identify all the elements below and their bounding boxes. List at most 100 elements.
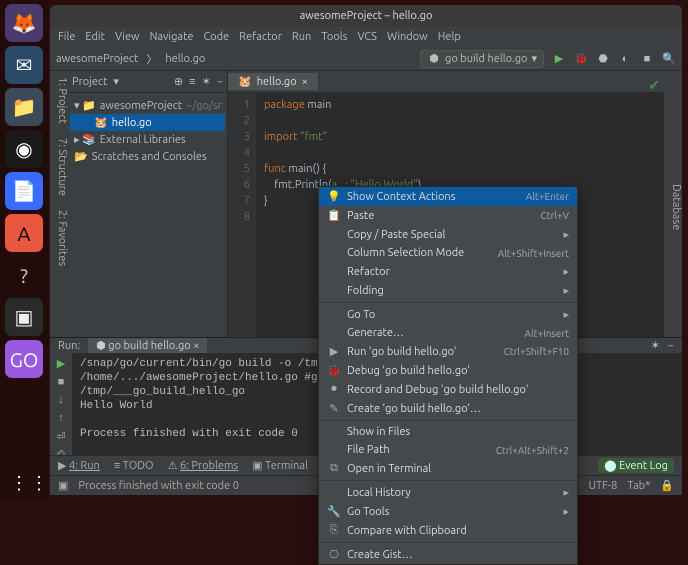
ctx-item-icon: 💡 xyxy=(327,190,341,203)
context-menu: 💡Show Context ActionsAlt+Enter📋PasteCtrl… xyxy=(318,186,578,565)
ctx-item-icon: ▶ xyxy=(327,345,341,358)
ctx-item-label: Show in Files xyxy=(347,426,569,438)
ctx-item[interactable]: ⧉Open in Terminal xyxy=(319,459,577,478)
breadcrumb-project[interactable]: awesomeProject xyxy=(56,53,138,65)
ctx-item[interactable]: Generate…Alt+Insert xyxy=(319,324,577,342)
ctx-item[interactable]: Folding▸ xyxy=(319,281,577,300)
go-icon: ⬢ xyxy=(427,52,441,66)
ctx-item-label: Record and Debug 'go build hello.go' xyxy=(347,384,569,396)
event-log[interactable]: ⬤ Event Log xyxy=(598,458,674,473)
menu-file[interactable]: File xyxy=(58,31,75,43)
down-icon[interactable]: ↓ xyxy=(58,394,64,406)
menu-bar: File Edit View Navigate Code Refactor Ru… xyxy=(50,27,682,47)
tool-project[interactable]: 1: Project xyxy=(50,77,68,124)
dock-firefox[interactable]: 🦊 xyxy=(5,4,43,42)
submenu-icon: ▸ xyxy=(563,265,569,278)
ctx-item[interactable]: Show in Files xyxy=(319,423,577,441)
run-config-label: go build hello.go xyxy=(445,53,527,65)
menu-vcs[interactable]: VCS xyxy=(357,31,377,43)
target-icon[interactable]: ⊕ xyxy=(174,75,183,88)
dock-obs[interactable]: ◉ xyxy=(5,130,43,168)
go-file-icon: 🐹 xyxy=(94,116,108,129)
up-icon[interactable]: ↑ xyxy=(58,412,64,424)
run-label: Run: xyxy=(58,340,80,352)
run-tab[interactable]: ⬢ go build hello.go × xyxy=(88,338,207,353)
dock-software[interactable]: A xyxy=(5,214,43,252)
hide-icon[interactable]: − xyxy=(217,76,223,88)
menu-window[interactable]: Window xyxy=(387,31,428,43)
wrap-icon[interactable]: ⏎ xyxy=(56,430,65,443)
tool-structure[interactable]: 7: Structure xyxy=(50,138,68,196)
ctx-item[interactable]: 📋PasteCtrl+V xyxy=(319,206,577,225)
debug-button-icon[interactable]: 🐞 xyxy=(574,52,588,66)
ctx-item[interactable]: Go To ▸ xyxy=(319,305,577,324)
collapse-icon[interactable]: ≡ xyxy=(189,76,195,88)
ctx-item[interactable]: Column Selection ModeAlt+Shift+Insert xyxy=(319,244,577,262)
indent[interactable]: Tab* xyxy=(627,480,650,492)
menu-code[interactable]: Code xyxy=(203,31,229,43)
ctx-item[interactable]: Refactor ▸ xyxy=(319,262,577,281)
dock-thunderbird[interactable]: ✉ xyxy=(5,46,43,84)
ctx-item-label: Folding xyxy=(347,285,557,297)
profiler-button-icon[interactable]: ◐ xyxy=(618,52,632,66)
ctx-item[interactable]: File PathCtrl+Alt+Shift+2 xyxy=(319,441,577,459)
tool-favorites[interactable]: 2: Favorites xyxy=(50,210,68,266)
encoding[interactable]: UTF-8 xyxy=(589,480,618,492)
ctx-item-icon: ⎔ xyxy=(327,548,341,561)
chevron-down-icon[interactable]: ▾ xyxy=(113,75,119,88)
ctx-item[interactable]: ▶Run 'go build hello.go'Ctrl+Shift+F10 xyxy=(319,342,577,361)
ctx-item[interactable]: 🐞Debug 'go build hello.go' xyxy=(319,361,577,380)
menu-help[interactable]: Help xyxy=(438,31,461,43)
menu-view[interactable]: View xyxy=(115,31,140,43)
ctx-item[interactable]: Local History▸ xyxy=(319,483,577,502)
close-icon[interactable]: × xyxy=(302,76,308,88)
stop-button-icon[interactable]: ■ xyxy=(640,52,654,66)
coverage-button-icon[interactable]: ⬣ xyxy=(596,52,610,66)
ctx-item[interactable]: Copy / Paste Special▸ xyxy=(319,225,577,244)
tool-problems[interactable]: ⚠ 6: Problems xyxy=(168,459,239,472)
tree-project-root[interactable]: ▾ 📁awesomeProject~/go/sr xyxy=(70,97,225,114)
editor-tab-hello[interactable]: 🐹 hello.go × xyxy=(228,73,319,90)
dock-help[interactable]: ? xyxy=(5,256,43,294)
rerun-icon[interactable]: ▶ xyxy=(57,357,65,370)
dock-goland[interactable]: GO xyxy=(5,340,43,378)
stop-icon[interactable]: ■ xyxy=(58,376,65,388)
gear-icon[interactable]: ✶ xyxy=(202,75,211,88)
hide-icon[interactable]: − xyxy=(668,340,674,352)
menu-run[interactable]: Run xyxy=(292,31,311,43)
menu-refactor[interactable]: Refactor xyxy=(239,31,282,43)
tree-external-libs[interactable]: ▸ 📚External Libraries xyxy=(70,131,225,148)
tool-todo[interactable]: ≡ TODO xyxy=(114,460,154,472)
dock-files[interactable]: 📁 xyxy=(5,88,43,126)
ctx-item[interactable]: ⏺Record and Debug 'go build hello.go' xyxy=(319,380,577,399)
lock-icon[interactable]: 🔒 xyxy=(660,479,674,492)
dock-terminal[interactable]: ▣ xyxy=(5,298,43,336)
tool-run[interactable]: ▶ 4: Run xyxy=(58,459,100,472)
tool-terminal[interactable]: ▣ Terminal xyxy=(252,459,308,472)
ctx-item[interactable]: ⎔Create Gist… xyxy=(319,545,577,564)
search-icon[interactable]: 🔍 xyxy=(662,52,676,66)
tool-database[interactable]: Database xyxy=(670,184,682,230)
menu-edit[interactable]: Edit xyxy=(85,31,105,43)
editor-tabs: 🐹 hello.go × xyxy=(228,71,664,93)
ctx-item[interactable]: 💡Show Context ActionsAlt+Enter xyxy=(319,187,577,206)
right-toolwindow-strip: Database xyxy=(664,71,682,337)
tree-scratches[interactable]: 📂Scratches and Consoles xyxy=(70,148,225,165)
menu-tools[interactable]: Tools xyxy=(321,31,347,43)
gear-icon[interactable]: ✶ xyxy=(651,339,660,352)
ctx-item-label: Go To xyxy=(347,309,557,321)
project-sidebar-header: Project ▾ ⊕ ≡ ✶ − xyxy=(68,71,227,93)
ctx-item[interactable]: ✎Create 'go build hello.go'… xyxy=(319,399,577,418)
ctx-item-label: Refactor xyxy=(347,266,557,278)
run-button-icon[interactable]: ▶ xyxy=(552,52,566,66)
ctx-item[interactable]: ⎘Compare with Clipboard xyxy=(319,521,577,540)
ctx-item-label: Create 'go build hello.go'… xyxy=(347,403,569,415)
ctx-item-label: Run 'go build hello.go' xyxy=(347,346,498,358)
dock-libreoffice[interactable]: 📄 xyxy=(5,172,43,210)
menu-navigate[interactable]: Navigate xyxy=(150,31,194,43)
run-config-combo[interactable]: ⬢ go build hello.go ▾ xyxy=(420,50,544,68)
tree-file-hello[interactable]: 🐹hello.go xyxy=(70,114,225,131)
ctx-item[interactable]: 🔧Go Tools▸ xyxy=(319,502,577,521)
breadcrumb-file[interactable]: hello.go xyxy=(165,53,205,65)
submenu-icon: ▸ xyxy=(563,308,569,321)
